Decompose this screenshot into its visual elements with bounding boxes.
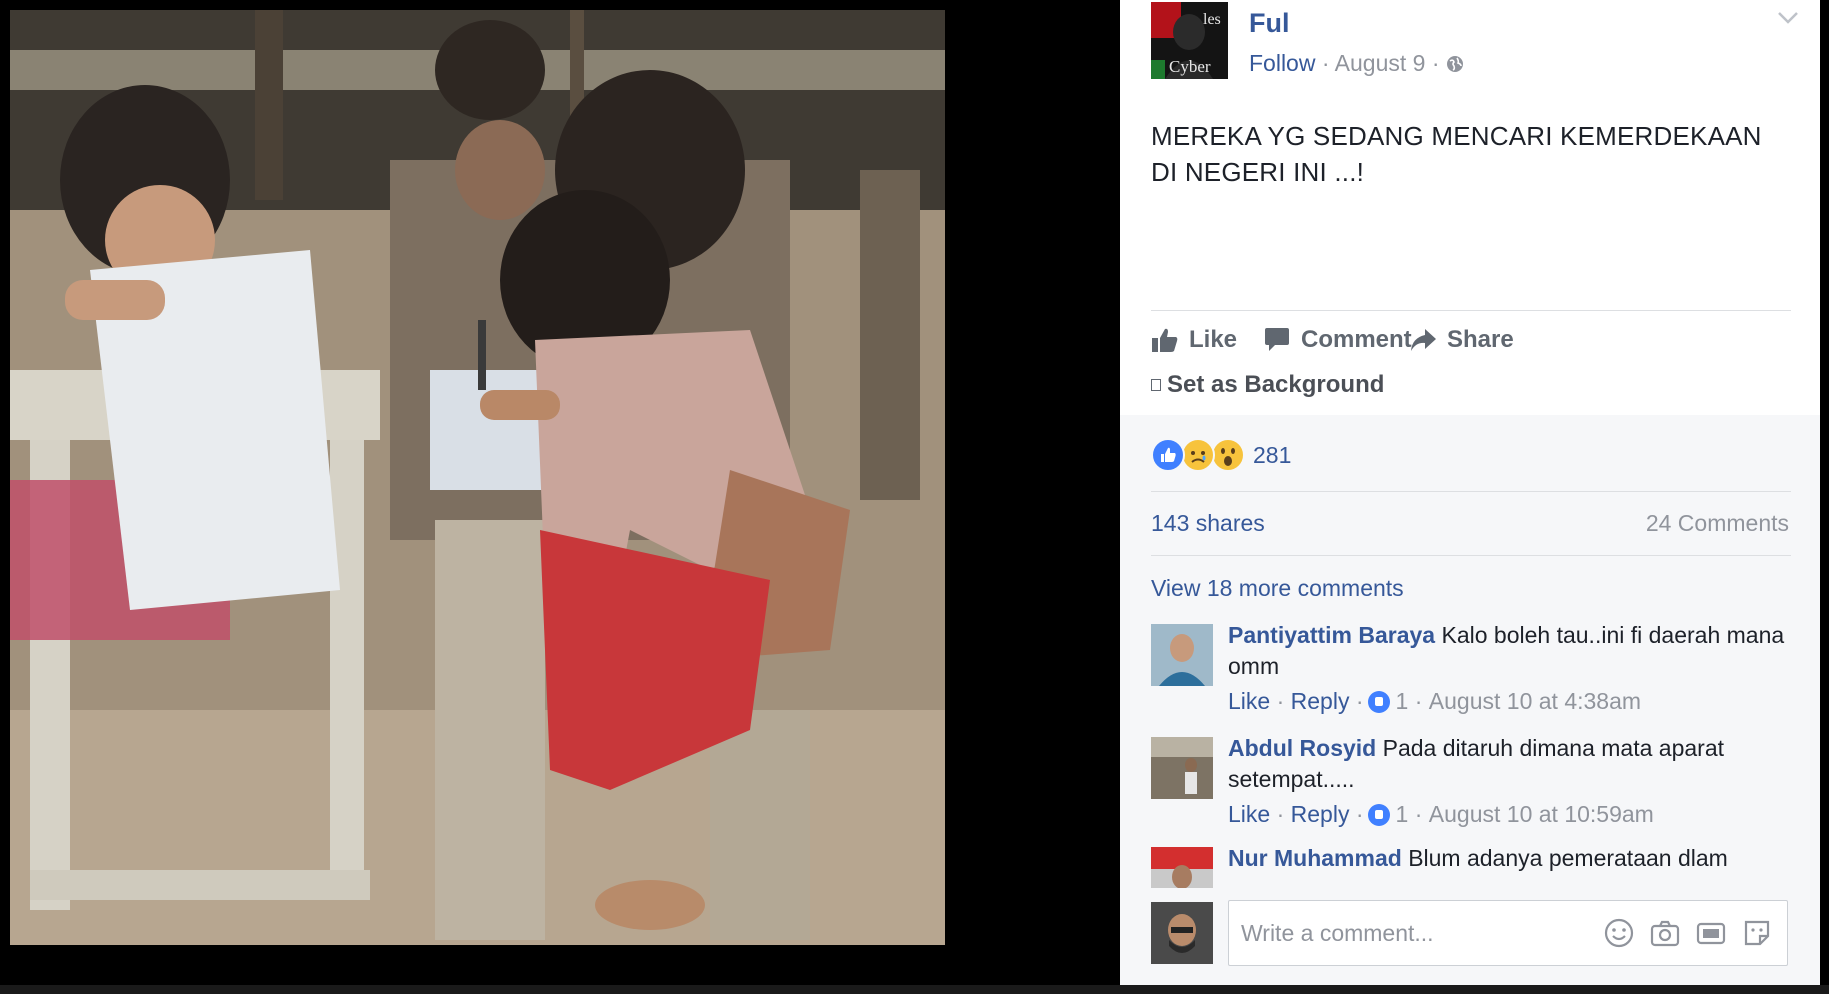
commenter-avatar[interactable] (1151, 624, 1213, 686)
bottom-strip (0, 985, 1829, 994)
comment-like-link[interactable]: Like (1228, 688, 1270, 715)
globe-icon (1446, 52, 1464, 79)
emoji-icon[interactable] (1603, 917, 1635, 949)
meta-separator: · (1431, 50, 1446, 76)
commenter-name[interactable]: Pantiyattim Baraya (1228, 622, 1435, 648)
comment-reply-link[interactable]: Reply (1291, 688, 1350, 715)
comment-like-link[interactable]: Like (1228, 801, 1270, 828)
feedback-section: 281 143 shares 24 Comments View 18 more … (1120, 415, 1820, 985)
comment-label: Comment (1301, 326, 1412, 353)
post-date[interactable]: August 9 (1335, 50, 1426, 76)
author-avatar[interactable]: les Cyber (1151, 2, 1228, 79)
comment-item: Abdul Rosyid Pada ditaruh dimana mata ap… (1151, 733, 1791, 833)
photo-illustration (10, 10, 945, 945)
meta-separator: · (1349, 688, 1364, 714)
divider (1151, 310, 1791, 311)
divider (1151, 491, 1791, 492)
commenter-avatar[interactable] (1151, 737, 1213, 799)
like-count-icon (1367, 690, 1390, 713)
comments-count[interactable]: 24 Comments (1646, 510, 1789, 537)
share-button[interactable]: Share (1409, 326, 1514, 354)
comment-bubble-icon (1263, 327, 1291, 353)
post-text-line: DI NEGERI INI ...! (1151, 157, 1365, 187)
like-label: Like (1189, 326, 1238, 353)
comment-like-count[interactable]: 1 (1396, 801, 1409, 828)
reactions-summary[interactable]: 281 (1151, 438, 1291, 472)
comment-time[interactable]: August 10 at 10:59am (1429, 801, 1654, 828)
chevron-down-icon[interactable] (1775, 8, 1801, 28)
sad-reaction-icon (1181, 438, 1215, 472)
current-user-avatar[interactable] (1151, 902, 1213, 964)
post-meta: Follow · August 9 · (1249, 50, 1464, 79)
post-actions: Like Comment Share (1151, 326, 1791, 360)
post-panel: les Cyber Ful Follow · August 9 · MEREKA… (1120, 0, 1820, 985)
set-as-background-button[interactable]: Set as Background (1151, 371, 1384, 399)
post-text-line: MEREKA YG SEDANG MENCARI KEMERDEKAAN (1151, 121, 1762, 151)
author-name[interactable]: Ful (1249, 8, 1290, 39)
set-background-label: Set as Background (1167, 371, 1385, 398)
avatar-image: les Cyber (1151, 2, 1228, 79)
comment-reply-link[interactable]: Reply (1291, 801, 1350, 828)
comment-body: Nur Muhammad Blum adanya pemerataan dlam (1228, 843, 1788, 874)
comment-like-count[interactable]: 1 (1396, 688, 1409, 715)
wow-reaction-icon (1211, 438, 1245, 472)
comment-tools (1603, 917, 1773, 949)
like-button[interactable]: Like (1151, 326, 1237, 354)
commenter-name[interactable]: Abdul Rosyid (1228, 735, 1376, 761)
comment-button[interactable]: Comment (1263, 326, 1412, 354)
post-photo[interactable] (10, 10, 945, 945)
background-icon (1151, 379, 1161, 391)
reaction-count[interactable]: 281 (1253, 442, 1291, 469)
meta-separator: · (1270, 688, 1291, 714)
share-arrow-icon (1409, 327, 1437, 353)
commenter-name[interactable]: Nur Muhammad (1228, 845, 1402, 871)
meta-separator: · (1321, 50, 1335, 76)
comment-text: Blum adanya pemerataan dlam (1408, 845, 1728, 871)
follow-link[interactable]: Follow (1249, 50, 1315, 76)
comment-body: Pantiyattim Baraya Kalo boleh tau..ini f… (1228, 620, 1788, 682)
like-count-icon (1367, 803, 1390, 826)
meta-separator: · (1270, 801, 1291, 827)
comment-input[interactable] (1229, 901, 1603, 965)
avatar-text-bottom: Cyber (1169, 57, 1211, 76)
commenter-avatar[interactable] (1151, 847, 1213, 888)
meta-separator: · (1408, 801, 1429, 827)
write-comment-row (1151, 900, 1791, 970)
comment-item: Pantiyattim Baraya Kalo boleh tau..ini f… (1151, 620, 1791, 720)
share-label: Share (1447, 326, 1514, 353)
post-text: MEREKA YG SEDANG MENCARI KEMERDEKAAN DI … (1151, 118, 1791, 190)
comment-actions: Like · Reply · 1 · August 10 at 10:59am (1228, 801, 1654, 828)
comment-time[interactable]: August 10 at 4:38am (1429, 688, 1641, 715)
view-more-comments-link[interactable]: View 18 more comments (1151, 575, 1404, 602)
meta-separator: · (1349, 801, 1364, 827)
comment-actions: Like · Reply · 1 · August 10 at 4:38am (1228, 688, 1641, 715)
comment-item: Nur Muhammad Blum adanya pemerataan dlam (1151, 843, 1791, 888)
post-header: les Cyber Ful Follow · August 9 · (1151, 2, 1798, 80)
divider (1151, 555, 1791, 556)
gif-icon[interactable] (1695, 917, 1727, 949)
meta-separator: · (1408, 688, 1429, 714)
photo-viewer (0, 0, 1120, 994)
camera-icon[interactable] (1649, 917, 1681, 949)
like-reaction-icon (1151, 438, 1185, 472)
thumbs-up-icon (1151, 327, 1179, 353)
shares-link[interactable]: 143 shares (1151, 510, 1265, 537)
comment-box (1228, 900, 1788, 966)
comment-body: Abdul Rosyid Pada ditaruh dimana mata ap… (1228, 733, 1788, 795)
avatar-text-top: les (1203, 11, 1221, 28)
sticker-icon[interactable] (1741, 917, 1773, 949)
